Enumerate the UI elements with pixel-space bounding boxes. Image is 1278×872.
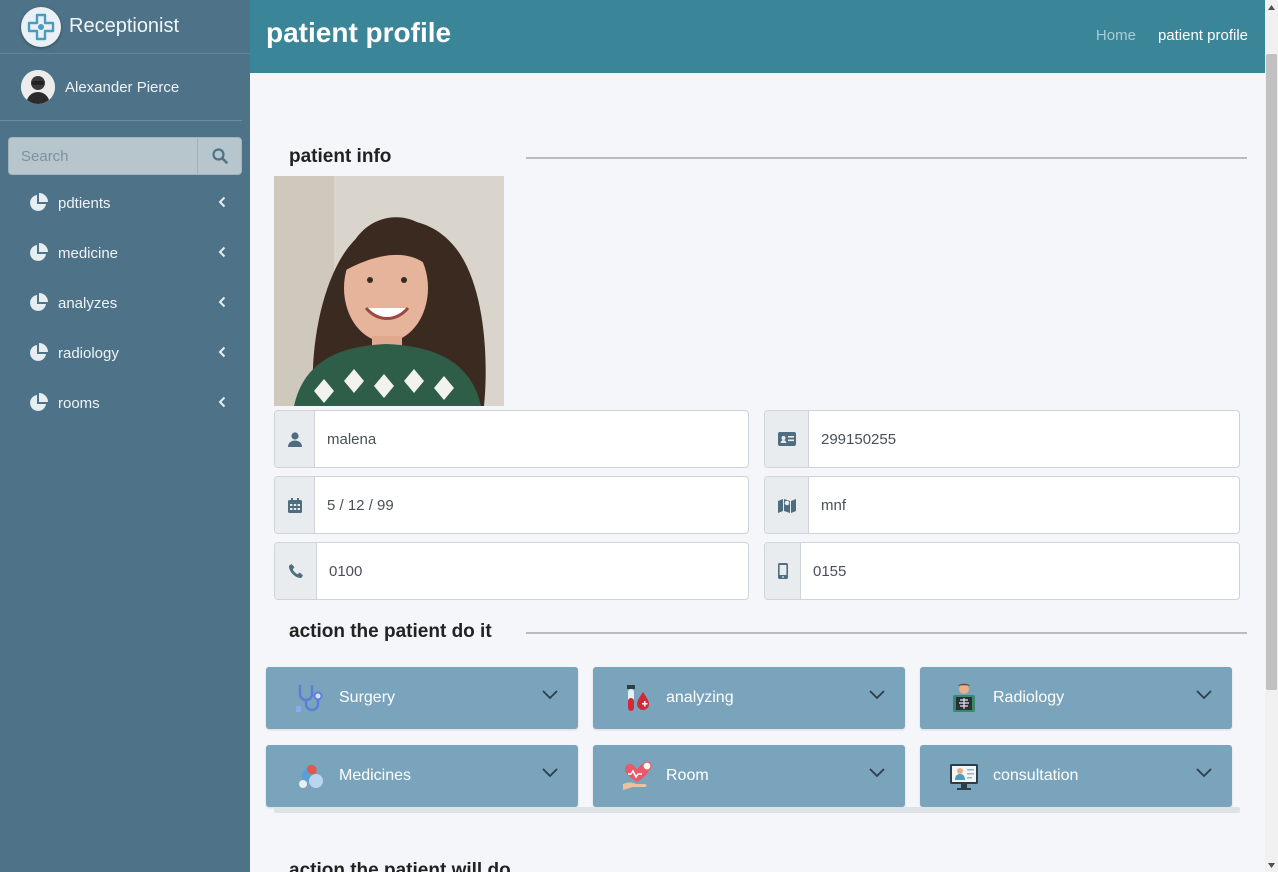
brand-text: Receptionist [69, 15, 180, 37]
birth-date-field[interactable]: 5 / 12 / 99 [274, 476, 749, 534]
phone-icon [275, 543, 317, 599]
scroll-up-arrow[interactable] [1265, 0, 1278, 14]
sidebar-item-medicine[interactable]: medicine [0, 228, 250, 278]
sidebar-item-label: analyzes [58, 294, 118, 312]
patient-photo [274, 176, 504, 406]
map-marker-icon [765, 477, 809, 533]
brand[interactable]: Receptionist [0, 0, 250, 54]
blood-test-icon [619, 680, 655, 716]
action-label: Radiology [993, 689, 1065, 706]
patient-phone: 0100 [329, 562, 363, 580]
patient-name: malena [327, 430, 377, 448]
chevron-down-icon [869, 690, 885, 700]
sidebar-item-label: rooms [58, 394, 100, 412]
avatar [21, 70, 55, 104]
search-button[interactable] [197, 137, 242, 175]
patient-mobile: 0155 [813, 562, 847, 580]
chevron-left-icon [218, 246, 226, 258]
pie-chart-icon [30, 293, 48, 311]
pills-icon [292, 758, 328, 794]
search-icon [211, 148, 228, 164]
action-label: Surgery [339, 689, 396, 706]
action-label: Room [666, 767, 709, 784]
breadcrumb-home-link[interactable]: Home [1096, 27, 1136, 44]
action-surgery[interactable]: Surgery [266, 667, 578, 729]
user-icon [275, 411, 315, 467]
action-label: analyzing [666, 689, 734, 706]
mobile-icon [765, 543, 801, 599]
chevron-left-icon [218, 346, 226, 358]
doctor-monitor-icon [946, 758, 982, 794]
action-label: Medicines [339, 767, 412, 784]
section-title-actions-done: action the patient do it [289, 621, 492, 642]
sidebar-item-label: medicine [58, 244, 119, 262]
address-field[interactable]: mnf [764, 476, 1240, 534]
scroll-down-arrow[interactable] [1265, 858, 1278, 872]
sidebar-item-radiology[interactable]: radiology [0, 328, 250, 378]
pie-chart-icon [30, 243, 48, 261]
section-title-actions-future: action the patient will do [289, 860, 511, 872]
section-divider [526, 632, 1247, 634]
action-analyzing[interactable]: analyzing [593, 667, 905, 729]
section-title-patient-info: patient info [289, 146, 392, 167]
brand-logo-icon [21, 6, 61, 47]
page-title: patient profile [266, 17, 452, 48]
sidebar-item-pdtients[interactable]: pdtients [0, 178, 250, 228]
sidebar-search [8, 137, 242, 175]
stethoscope-icon [292, 680, 328, 716]
page-scrollbar[interactable] [1265, 0, 1278, 872]
chevron-down-icon [542, 690, 558, 700]
mobile-field[interactable]: 0155 [764, 542, 1240, 600]
chevron-left-icon [218, 396, 226, 408]
sidebar-item-label: pdtients [58, 194, 111, 212]
name-field[interactable]: malena [274, 410, 749, 468]
chevron-down-icon [1196, 768, 1212, 778]
user-name: Alexander Pierce [65, 78, 180, 96]
sidebar: Receptionist Alexander Pierce pdtients [0, 0, 250, 872]
breadcrumb: Home patient profile [1096, 27, 1248, 44]
heart-hand-icon [619, 758, 655, 794]
calendar-icon [275, 477, 315, 533]
chevron-left-icon [218, 296, 226, 308]
page-header: patient profile Home patient profile [250, 0, 1265, 73]
pie-chart-icon [30, 193, 48, 211]
action-radiology[interactable]: Radiology [920, 667, 1232, 729]
patient-address: mnf [821, 496, 847, 514]
actions-panel-bottom [274, 807, 1240, 813]
sidebar-item-label: radiology [58, 344, 119, 362]
patient-birth-date: 5 / 12 / 99 [327, 496, 394, 514]
scroll-thumb[interactable] [1266, 54, 1277, 690]
action-label: consultation [993, 767, 1079, 784]
sidebar-item-analyzes[interactable]: analyzes [0, 278, 250, 328]
sidebar-item-rooms[interactable]: rooms [0, 378, 250, 428]
breadcrumb-current: patient profile [1157, 27, 1248, 44]
id-card-icon [765, 411, 809, 467]
action-consultation[interactable]: consultation [920, 745, 1232, 807]
pie-chart-icon [30, 343, 48, 361]
xray-icon [946, 680, 982, 716]
chevron-down-icon [1196, 690, 1212, 700]
action-room[interactable]: Room [593, 745, 905, 807]
id-number-field[interactable]: 299150255 [764, 410, 1240, 468]
sidebar-nav: pdtients medicine analyzes radiology roo… [0, 178, 250, 428]
action-medicines[interactable]: Medicines [266, 745, 578, 807]
user-panel[interactable]: Alexander Pierce [0, 54, 242, 121]
chevron-left-icon [218, 196, 226, 208]
chevron-down-icon [869, 768, 885, 778]
search-input[interactable] [8, 137, 197, 175]
patient-id-number: 299150255 [821, 430, 897, 448]
chevron-down-icon [542, 768, 558, 778]
section-divider [526, 157, 1247, 159]
pie-chart-icon [30, 393, 48, 411]
phone-field[interactable]: 0100 [274, 542, 749, 600]
